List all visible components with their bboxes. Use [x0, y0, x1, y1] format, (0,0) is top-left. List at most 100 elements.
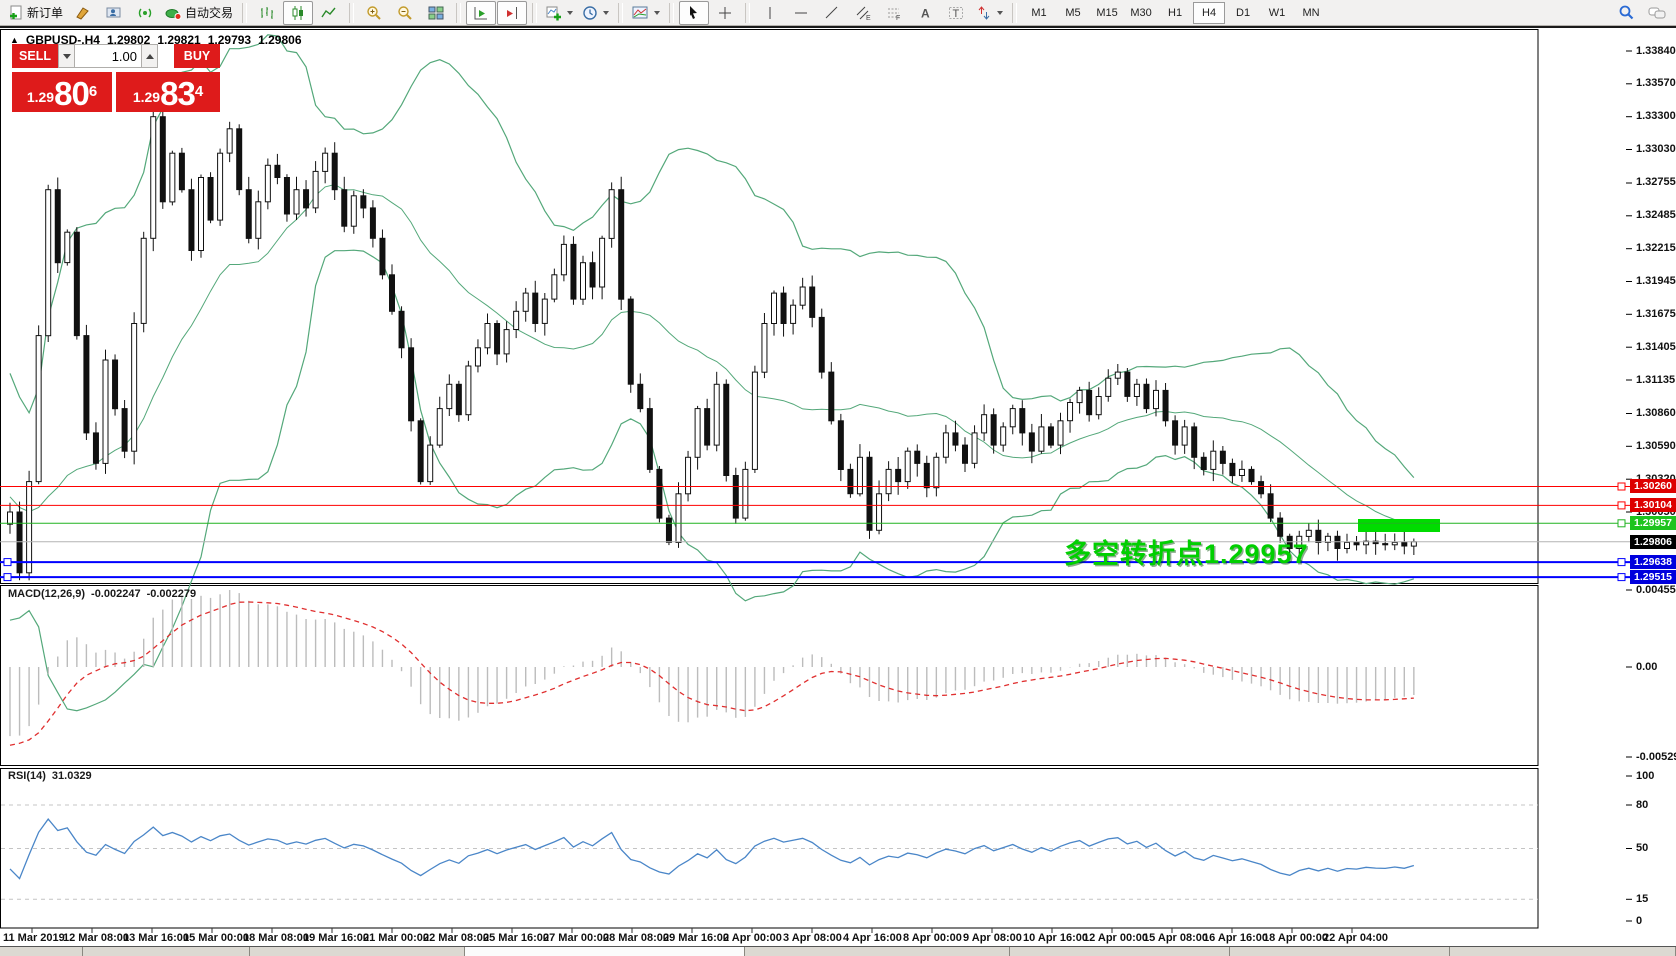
date-tick-label: 12 Mar 08:00: [63, 932, 129, 944]
macd-name: MACD(12,26,9): [8, 588, 85, 600]
chart-tab[interactable]: [1230, 947, 1450, 956]
tile-windows-icon: [428, 5, 444, 21]
clock-icon: [582, 5, 598, 21]
fibonacci-tool-button[interactable]: F: [879, 1, 909, 25]
rsi-value: 31.0329: [52, 770, 92, 782]
level-price-label: 1.30104: [1630, 498, 1676, 512]
chat-button[interactable]: [1642, 1, 1672, 25]
add-indicator-button[interactable]: [542, 1, 577, 25]
timeframe-m1-button[interactable]: M1: [1023, 2, 1055, 24]
price-tick-label: 1.33570: [1636, 77, 1676, 90]
price-tick-label: 1.33840: [1636, 45, 1676, 58]
timeframe-h1-button[interactable]: H1: [1159, 2, 1191, 24]
timeframe-m15-button[interactable]: M15: [1091, 2, 1123, 24]
level-price-label: 1.29957: [1630, 516, 1676, 530]
chart-canvas[interactable]: [0, 28, 1676, 946]
chart-tab[interactable]: [0, 947, 83, 956]
arrows-tool-button[interactable]: [972, 1, 1007, 25]
macd-axis-label: 0.00: [1636, 661, 1676, 674]
chart-tab-bar: [0, 946, 1676, 956]
chart-tab[interactable]: [745, 947, 1010, 956]
dropdown-caret: [603, 11, 609, 15]
autotrading-button[interactable]: 自动交易: [161, 1, 237, 25]
svg-text:F: F: [896, 15, 900, 21]
chart-tab[interactable]: [250, 947, 465, 956]
timeframe-mn-button[interactable]: MN: [1295, 2, 1327, 24]
chart-tab[interactable]: [1450, 947, 1676, 956]
line-handle[interactable]: [1618, 520, 1625, 527]
highlight-zone[interactable]: [1358, 519, 1440, 532]
buy-price-small: 1.29: [133, 84, 160, 110]
price-tick-label: 1.31945: [1636, 275, 1676, 288]
candlestick-mode-button[interactable]: [283, 1, 313, 25]
zoom-out-button[interactable]: [390, 1, 420, 25]
level-price-label: 1.29806: [1630, 535, 1676, 549]
template-button[interactable]: [628, 1, 664, 25]
timeframe-m5-button[interactable]: M5: [1057, 2, 1089, 24]
fibonacci-icon: F: [886, 5, 902, 21]
chart-shift-icon: [504, 5, 520, 21]
text-tool-button[interactable]: A: [910, 1, 940, 25]
date-tick-label: 21 Mar 00:00: [363, 932, 429, 944]
bar-chart-icon: [259, 5, 275, 21]
volume-decrease-button[interactable]: [58, 44, 75, 68]
date-tick-label: 22 Apr 04:00: [1323, 932, 1388, 944]
chart-tab[interactable]: [465, 947, 745, 956]
channel-tool-button[interactable]: E: [848, 1, 878, 25]
line-chart-mode-button[interactable]: [314, 1, 344, 25]
signals-button[interactable]: [130, 1, 160, 25]
line-handle[interactable]: [1618, 559, 1625, 566]
vertical-line-tool-button[interactable]: [755, 1, 785, 25]
timeframe-w1-button[interactable]: W1: [1261, 2, 1293, 24]
chart-annotation-text[interactable]: 多空转折点1.29957: [1064, 532, 1309, 571]
macd-axis-label: 0.004551: [1636, 584, 1676, 597]
line-handle[interactable]: [1618, 574, 1625, 581]
chart-tab[interactable]: [83, 947, 250, 956]
date-tick-label: 4 Apr 16:00: [843, 932, 902, 944]
rsi-axis-label: 50: [1636, 842, 1676, 855]
sell-price-sup: 6: [89, 72, 97, 112]
chart-shift-button[interactable]: [497, 1, 527, 25]
text-label-tool-button[interactable]: T: [941, 1, 971, 25]
line-handle[interactable]: [4, 574, 11, 581]
macd-value-1: -0.002247: [91, 588, 141, 600]
crosshair-tool-button[interactable]: [710, 1, 740, 25]
cursor-tool-button[interactable]: [679, 1, 709, 25]
add-indicator-icon: [546, 5, 562, 21]
auto-scroll-button[interactable]: [466, 1, 496, 25]
level-price-label: 1.30260: [1630, 479, 1676, 493]
history-center-button[interactable]: [68, 1, 98, 25]
rsi-name: RSI(14): [8, 770, 46, 782]
timeframe-d1-button[interactable]: D1: [1227, 2, 1259, 24]
bar-chart-mode-button[interactable]: [252, 1, 282, 25]
sell-button[interactable]: SELL: [12, 44, 58, 68]
line-handle[interactable]: [1618, 502, 1625, 509]
volume-increase-button[interactable]: [141, 44, 158, 68]
new-order-label: 新订单: [27, 4, 63, 21]
price-tick-label: 1.31675: [1636, 308, 1676, 321]
spinner-up-icon: [146, 54, 154, 59]
sell-price-big: 80: [54, 77, 89, 110]
buy-button[interactable]: BUY: [174, 44, 220, 68]
accounts-button[interactable]: [99, 1, 129, 25]
period-button[interactable]: [578, 1, 613, 25]
date-tick-label: 13 Mar 16:00: [123, 932, 189, 944]
sell-price[interactable]: 1.29 80 6: [12, 72, 112, 112]
horizontal-line-tool-button[interactable]: [786, 1, 816, 25]
date-tick-label: 16 Apr 16:00: [1203, 932, 1268, 944]
toolbar-separator: [618, 3, 623, 23]
trendline-tool-button[interactable]: [817, 1, 847, 25]
timeframe-h4-button[interactable]: H4: [1193, 2, 1225, 24]
search-button[interactable]: [1611, 1, 1641, 25]
chart-tab[interactable]: [1010, 947, 1230, 956]
rsi-label: RSI(14) 31.0329: [8, 770, 92, 782]
zoom-in-button[interactable]: [359, 1, 389, 25]
tile-windows-button[interactable]: [421, 1, 451, 25]
line-handle[interactable]: [4, 559, 11, 566]
buy-price[interactable]: 1.29 83 4: [116, 72, 220, 112]
vertical-line-icon: [762, 5, 778, 21]
line-handle[interactable]: [1618, 483, 1625, 490]
timeframe-m30-button[interactable]: M30: [1125, 2, 1157, 24]
volume-input[interactable]: [75, 44, 141, 68]
new-order-button[interactable]: 新订单: [4, 1, 67, 25]
